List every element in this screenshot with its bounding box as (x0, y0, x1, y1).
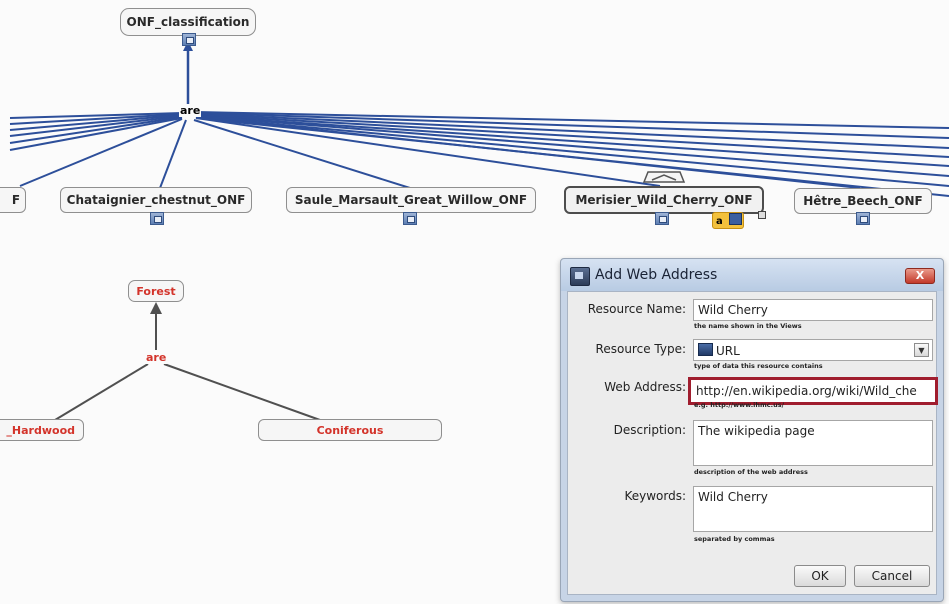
resource-icon[interactable] (856, 212, 870, 225)
node-coniferous[interactable]: Coniferous (258, 419, 442, 441)
add-resource-badge[interactable]: a (712, 212, 744, 229)
node-hardwood[interactable]: _Hardwood (0, 419, 84, 441)
keywords-value: Wild Cherry (698, 490, 768, 504)
resource-type-label: Resource Type: (595, 342, 686, 356)
resource-name-hint: the name shown in the Views (694, 322, 802, 330)
node-label: Coniferous (316, 423, 384, 437)
keywords-label: Keywords: (624, 489, 686, 503)
resource-type-hint: type of data this resource contains (694, 362, 823, 370)
description-hint: description of the web address (694, 468, 808, 476)
node-f[interactable]: F (0, 187, 26, 213)
ok-button-label: OK (811, 569, 829, 583)
linking-phrase-are[interactable]: are (179, 105, 202, 117)
keywords-textarea[interactable]: Wild Cherry (693, 486, 933, 532)
node-label: Saule_Marsault_Great_Willow_ONF (294, 193, 528, 207)
node-label: Merisier_Wild_Cherry_ONF (575, 193, 753, 207)
resource-icon[interactable] (150, 212, 164, 225)
dialog-title: Add Web Address (595, 267, 718, 283)
cancel-button[interactable]: Cancel (854, 565, 930, 587)
description-textarea[interactable]: The wikipedia page (693, 420, 933, 466)
node-forest[interactable]: Forest (128, 280, 184, 302)
description-label: Description: (613, 423, 686, 437)
linking-phrase-are[interactable]: are (145, 352, 168, 364)
collapse-handle (642, 171, 686, 183)
url-icon (698, 343, 713, 356)
resource-icon[interactable] (403, 212, 417, 225)
dialog-body: Resource Name: Wild Cherry the name show… (567, 291, 938, 595)
cancel-button-label: Cancel (871, 569, 913, 583)
web-address-hint: e.g. http://www.ihmc.us/ (694, 401, 784, 409)
description-value: The wikipedia page (698, 424, 815, 438)
resource-type-value: URL (716, 344, 740, 358)
node-label: Forest (136, 284, 176, 298)
resource-icon[interactable] (182, 33, 196, 46)
edges-right-offscreen (195, 111, 949, 197)
dialog-title-bar[interactable]: Add Web Address X (561, 259, 943, 291)
node-label: ONF_classification (126, 15, 250, 29)
resource-type-select[interactable]: URL ▼ (693, 339, 933, 361)
edges-left-offscreen (9, 112, 183, 187)
node-saule-marsault[interactable]: Saule_Marsault_Great_Willow_ONF (286, 187, 536, 213)
node-chataignier-chestnut[interactable]: Chataignier_chestnut_ONF (60, 187, 252, 213)
web-address-value: http://en.wikipedia.org/wiki/Wild_che (696, 384, 917, 398)
edge-sub-are-to-hardwood (54, 363, 149, 421)
resource-icon (729, 213, 743, 225)
node-label: Chataignier_chestnut_ONF (66, 193, 246, 207)
resize-handle[interactable] (758, 211, 766, 219)
close-button[interactable]: X (905, 268, 935, 284)
resource-icon[interactable] (655, 212, 669, 225)
node-hetre-beech[interactable]: Hêtre_Beech_ONF (794, 188, 932, 214)
web-address-label: Web Address: (604, 380, 686, 394)
add-web-address-dialog: Add Web Address X Resource Name: Wild Ch… (560, 258, 944, 602)
badge-label: a (716, 216, 723, 227)
resource-name-value: Wild Cherry (698, 303, 768, 317)
close-icon: X (915, 269, 925, 282)
app-icon (570, 267, 590, 286)
resource-name-label: Resource Name: (587, 302, 686, 316)
node-onf-classification[interactable]: ONF_classification (120, 8, 256, 36)
ok-button[interactable]: OK (794, 565, 846, 587)
keywords-hint: separated by commas (694, 535, 775, 543)
node-merisier-wild-cherry[interactable]: Merisier_Wild_Cherry_ONF (564, 186, 764, 214)
concept-map-canvas[interactable]: ONF_classification are F Chataignier_che… (0, 0, 949, 604)
node-label: _Hardwood (6, 423, 75, 437)
resource-name-input[interactable]: Wild Cherry (693, 299, 933, 321)
node-label: F (11, 193, 21, 207)
chevron-down-icon[interactable]: ▼ (914, 343, 929, 357)
node-label: Hêtre_Beech_ONF (803, 194, 923, 208)
edge-sub-are-to-coniferous (163, 363, 321, 421)
